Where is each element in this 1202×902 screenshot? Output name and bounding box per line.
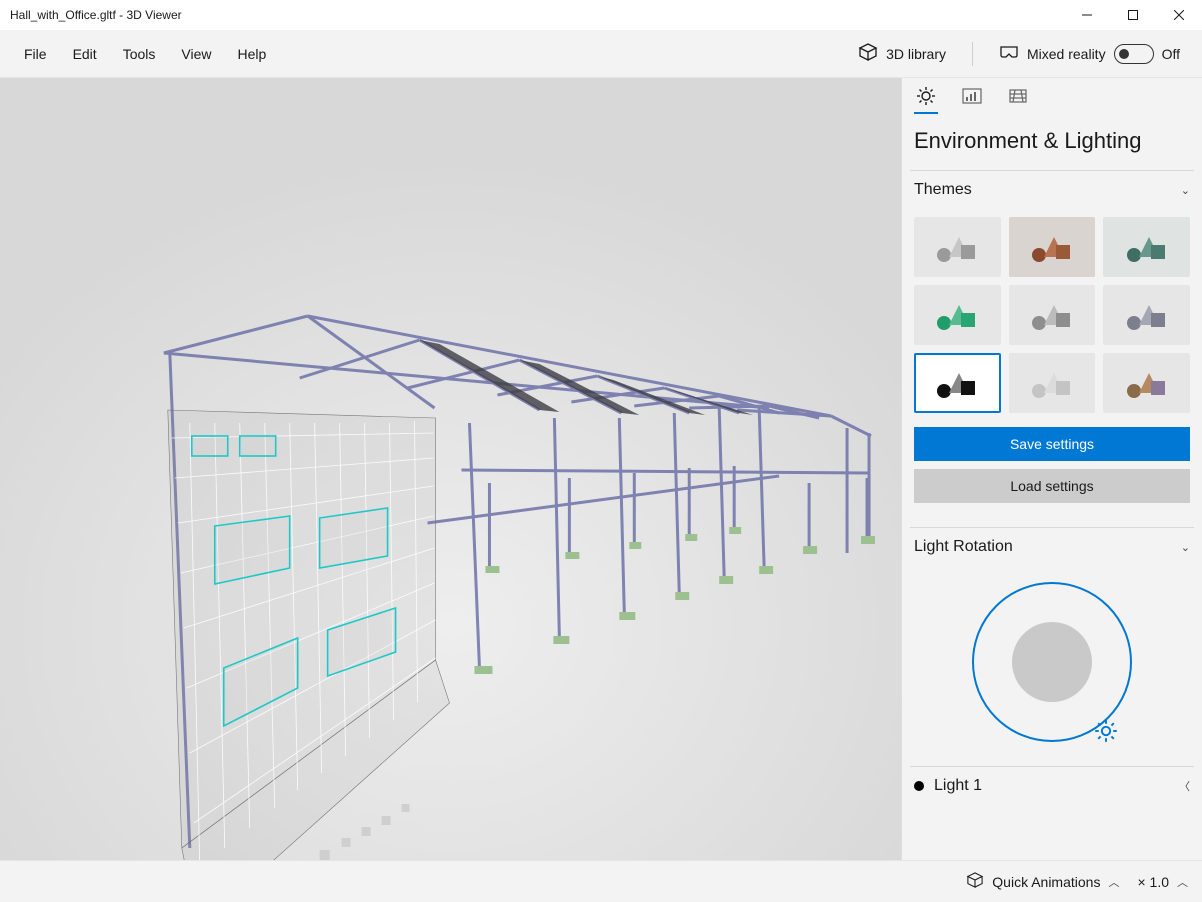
cube-outline-icon [966, 872, 984, 891]
menu-edit[interactable]: Edit [61, 42, 109, 66]
chevron-left-icon: 〈 [1179, 778, 1190, 794]
zoom-control[interactable]: × 1.0 ︿ [1137, 874, 1188, 890]
menu-help[interactable]: Help [225, 42, 278, 66]
mixed-reality-toggle[interactable] [1114, 44, 1154, 64]
section-themes-header[interactable]: Themes ⌄ [902, 171, 1202, 209]
theme-thumb-theme-grey-2[interactable] [1009, 285, 1096, 345]
tab-stats[interactable] [960, 90, 984, 114]
light-1-label: Light 1 [934, 777, 1169, 795]
stats-icon [962, 86, 982, 109]
chevron-up-icon: ︿ [1177, 874, 1188, 890]
save-settings-button[interactable]: Save settings [914, 427, 1190, 461]
theme-thumb-theme-teal[interactable] [1103, 217, 1190, 277]
statusbar: Quick Animations ︿ × 1.0 ︿ [0, 860, 1202, 902]
quick-animations-button[interactable]: Quick Animations ︿ [966, 872, 1119, 891]
theme-grid [902, 209, 1202, 427]
mixed-reality-label: Mixed reality [1027, 46, 1106, 62]
load-settings-button[interactable]: Load settings [914, 469, 1190, 503]
grid-icon [1008, 86, 1028, 109]
quick-animations-label: Quick Animations [992, 874, 1100, 890]
sidebar-tabs [902, 78, 1202, 114]
mixed-reality-state: Off [1162, 46, 1180, 62]
maximize-button[interactable] [1110, 0, 1156, 30]
divider [972, 42, 973, 66]
chevron-up-icon: ︿ [1108, 874, 1119, 890]
theme-thumb-theme-bw[interactable] [914, 353, 1001, 413]
theme-thumb-theme-grey-1[interactable] [914, 217, 1001, 277]
theme-thumb-theme-light[interactable] [1009, 353, 1096, 413]
section-light-1-header[interactable]: Light 1 〈 [902, 767, 1202, 805]
theme-thumb-theme-warm[interactable] [1009, 217, 1096, 277]
menu-file[interactable]: File [12, 42, 59, 66]
chevron-down-icon: ⌄ [1181, 184, 1190, 197]
chevron-down-icon: ⌄ [1181, 541, 1190, 554]
cube-icon [858, 43, 878, 64]
section-light-rotation-label: Light Rotation [914, 538, 1013, 556]
theme-thumb-theme-copper[interactable] [1103, 353, 1190, 413]
theme-thumb-theme-green[interactable] [914, 285, 1001, 345]
dot-icon [914, 781, 924, 791]
menu-view[interactable]: View [169, 42, 223, 66]
headset-icon [999, 45, 1019, 62]
tab-grid[interactable] [1006, 90, 1030, 114]
menubar: File Edit Tools View Help 3D library Mix… [0, 30, 1202, 78]
titlebar: Hall_with_Office.gltf - 3D Viewer [0, 0, 1202, 30]
3d-library-label: 3D library [886, 46, 946, 62]
zoom-label: × 1.0 [1137, 874, 1169, 890]
3d-library-button[interactable]: 3D library [848, 39, 956, 68]
light-rotation-dial[interactable] [972, 582, 1132, 742]
theme-thumb-theme-slate[interactable] [1103, 285, 1190, 345]
minimize-button[interactable] [1064, 0, 1110, 30]
close-button[interactable] [1156, 0, 1202, 30]
sun-icon [916, 86, 936, 109]
window-title: Hall_with_Office.gltf - 3D Viewer [10, 8, 1064, 22]
sun-handle-icon[interactable] [1094, 719, 1118, 746]
sidebar: Environment & Lighting Themes ⌄ [902, 78, 1202, 860]
menu-tools[interactable]: Tools [111, 42, 168, 66]
tab-environment[interactable] [914, 90, 938, 114]
viewport-3d[interactable] [0, 78, 902, 860]
mixed-reality-group: Mixed reality Off [989, 40, 1190, 68]
section-light-rotation-header[interactable]: Light Rotation ⌄ [902, 528, 1202, 566]
panel-title: Environment & Lighting [902, 114, 1202, 170]
section-themes-label: Themes [914, 181, 972, 199]
